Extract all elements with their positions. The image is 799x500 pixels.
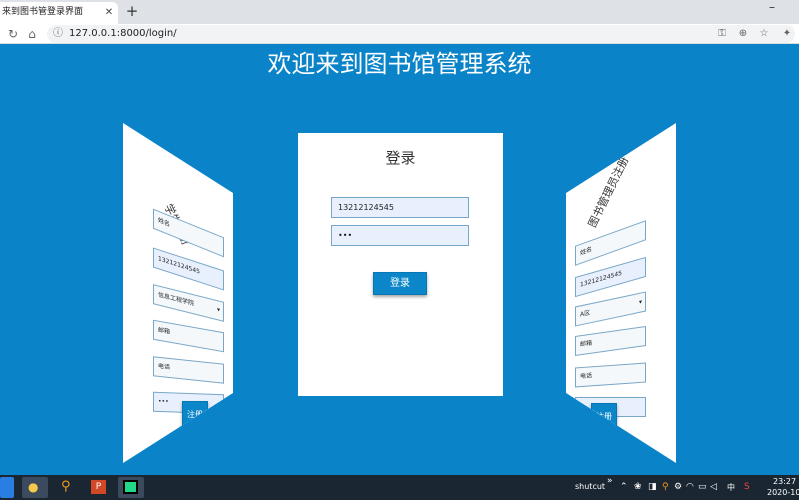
star-icon[interactable]: ☆ [757, 25, 771, 43]
student-major-value: 信息工程学院 [158, 291, 195, 308]
username-input[interactable]: 13212124545 [331, 197, 469, 218]
new-tab-icon[interactable]: + [124, 2, 140, 20]
admin-tel-input[interactable]: 电话 [575, 362, 646, 388]
login-button[interactable]: 登录 [373, 272, 427, 295]
minimize-icon[interactable]: – [762, 1, 782, 16]
admin-phone-input[interactable]: 13212124545 [575, 256, 646, 298]
tray-search-icon[interactable]: ⚲ [662, 482, 669, 492]
page-title: 欢迎来到图书馆管理系统 [267, 50, 532, 78]
login-page: 欢迎来到图书馆管理系统 学生注册 姓名 13212124545 信息工程学院 ▾… [0, 44, 799, 475]
home-icon[interactable]: ⌂ [24, 25, 40, 43]
tray-app-icon[interactable]: ❀ [634, 482, 642, 492]
volume-icon[interactable]: ◁ [710, 482, 717, 492]
tray-app-icon[interactable]: ◨ [648, 482, 657, 492]
taskbar: ● ⚲ P shutcut » ⌃ ❀ ◨ ⚲ ⚙ ◠ ▭ ◁ 中 S 23:2… [0, 475, 799, 500]
app-icon[interactable]: ● [22, 477, 48, 498]
address-bar[interactable]: ⓘ 127.0.0.1:8000/login/ ⚿ ⊕ ☆ [47, 25, 795, 43]
clock-time[interactable]: 23:27 [773, 477, 796, 486]
close-icon[interactable]: ✕ [102, 6, 116, 20]
admin-register-button[interactable]: 注册 [591, 403, 617, 430]
caret-up-icon[interactable]: ⌃ [620, 482, 628, 492]
admin-college-value: A区 [580, 309, 591, 319]
wifi-icon[interactable]: ◠ [686, 482, 694, 492]
powerpoint-icon[interactable]: P [86, 477, 112, 498]
ime-app-icon[interactable]: S [744, 482, 750, 492]
login-panel: 登录 13212124545 ••• 登录 [298, 133, 503, 396]
pycharm-icon[interactable] [118, 477, 144, 498]
student-phone-input[interactable]: 13212124545 [153, 247, 224, 291]
info-icon[interactable]: ⓘ [52, 25, 64, 43]
chevron-down-icon: ▾ [216, 306, 220, 314]
login-heading: 登录 [385, 149, 416, 167]
key-icon[interactable]: ⚿ [715, 25, 729, 43]
zoom-icon[interactable]: ⊕ [736, 25, 750, 43]
shortcut-label[interactable]: shutcut [575, 482, 605, 491]
admin-email-input[interactable]: 邮箱 [575, 326, 646, 356]
url-text: 127.0.0.1:8000/login/ [69, 28, 177, 39]
browser-tab[interactable]: 来到图书管登录界面 ✕ [0, 2, 118, 24]
puzzle-icon[interactable]: ✦ [780, 25, 794, 43]
admin-college-select[interactable]: A区 ▾ [575, 291, 646, 327]
chrome-icon[interactable] [0, 477, 14, 498]
chevron-up-icon[interactable]: » [607, 476, 613, 486]
clock-date[interactable]: 2020-10 [767, 488, 799, 497]
browser-toolbar: ↻ ⌂ ⓘ 127.0.0.1:8000/login/ ⚿ ⊕ ☆ ✦ [0, 24, 799, 44]
battery-icon[interactable]: ▭ [698, 482, 707, 492]
student-major-select[interactable]: 信息工程学院 ▾ [153, 284, 224, 322]
tab-title: 来到图书管登录界面 [2, 7, 84, 17]
admin-register-heading: 图书管理员注册 [585, 154, 632, 230]
student-register-panel: 学生注册 姓名 13212124545 信息工程学院 ▾ 邮箱 电话 ••• 注… [123, 123, 233, 463]
student-tel-input[interactable]: 电话 [153, 356, 224, 384]
ime-indicator[interactable]: 中 [727, 482, 735, 493]
search-icon[interactable]: ⚲ [54, 477, 80, 498]
reload-icon[interactable]: ↻ [6, 25, 20, 43]
student-register-button[interactable]: 注册 [182, 401, 208, 428]
chevron-down-icon: ▾ [638, 298, 642, 306]
browser-tab-strip: 来到图书管登录界面 ✕ + – [0, 0, 799, 24]
student-email-input[interactable]: 邮箱 [153, 319, 224, 353]
settings-icon[interactable]: ⚙ [674, 482, 682, 492]
admin-register-panel: 图书管理员注册 姓名 13212124545 A区 ▾ 邮箱 电话 • 注册 [566, 123, 676, 463]
password-input[interactable]: ••• [331, 225, 469, 246]
